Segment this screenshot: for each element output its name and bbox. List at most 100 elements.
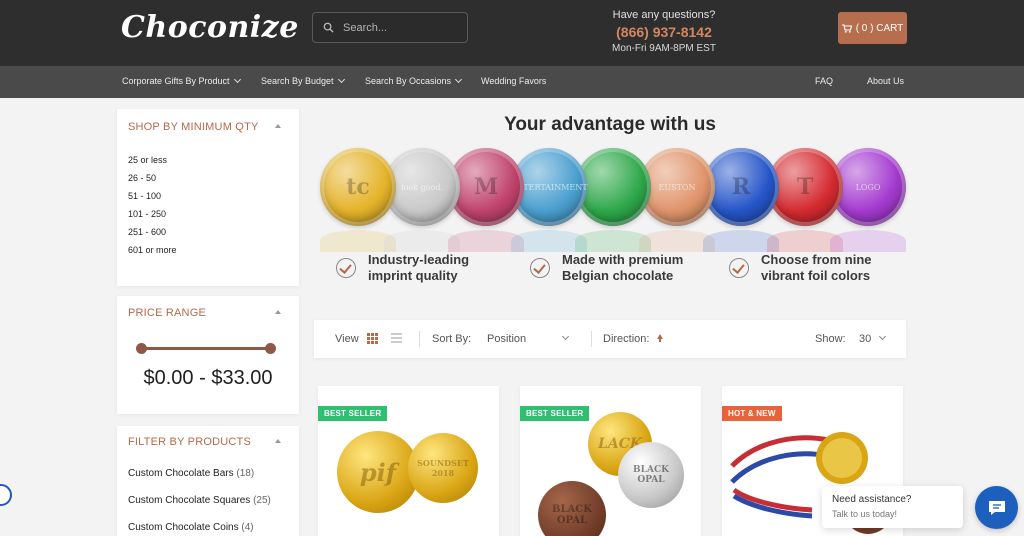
chevron-down-icon[interactable]	[561, 332, 570, 341]
view-label: View	[335, 333, 359, 345]
qty-option[interactable]: 26 - 50	[128, 172, 177, 190]
nav-label: Wedding Favors	[481, 76, 547, 86]
nav-search-by-occasions[interactable]: Search By Occasions	[365, 75, 463, 86]
coin-imprint: look good.	[401, 182, 443, 192]
feature-text: Choose from nine vibrant foil colors	[761, 252, 872, 283]
advantage-title: Your advantage with us	[504, 114, 716, 135]
chat-button[interactable]	[975, 486, 1018, 529]
product-card[interactable]: BEST SELLER LACK BLACK OPAL BLACK OPAL	[520, 386, 701, 536]
product-badge: BEST SELLER	[318, 406, 388, 421]
min-qty-panel: SHOP BY MINIMUM QTY 25 or less 26 - 50 5…	[117, 109, 299, 286]
site-logo[interactable]: Choconize	[121, 10, 299, 45]
product-badge: BEST SELLER	[520, 406, 590, 421]
collapse-icon[interactable]	[275, 439, 281, 443]
coin-imprint: R	[731, 174, 751, 200]
coin-imprint: LOGO	[855, 182, 881, 192]
filter-products-panel: FILTER BY PRODUCTS Custom Chocolate Bars…	[117, 426, 299, 536]
nav-about-us[interactable]: About Us	[867, 76, 904, 86]
search-box[interactable]	[312, 12, 468, 43]
show-label: Show:	[815, 333, 846, 345]
grid-view-icon[interactable]	[367, 333, 378, 344]
filter-count: (25)	[253, 495, 271, 506]
price-slider[interactable]	[136, 343, 276, 355]
contact-hours: Mon-Fri 9AM-8PM EST	[612, 43, 716, 54]
price-range-value: $0.00 - $33.00	[143, 367, 273, 389]
price-range-panel: PRICE RANGE $0.00 - $33.00	[117, 296, 299, 414]
accessibility-button[interactable]	[0, 484, 12, 506]
filter-name: Custom Chocolate Squares	[128, 495, 251, 506]
divider	[591, 331, 592, 347]
filter-name: Custom Chocolate Bars	[128, 468, 234, 479]
chevron-down-icon	[455, 75, 463, 84]
feature-item: Industry-leading imprint quality	[336, 252, 469, 284]
feature-text: Industry-leading imprint quality	[368, 252, 470, 283]
filter-name: Custom Chocolate Coins	[128, 522, 239, 533]
list-view-icon[interactable]	[391, 333, 402, 344]
qty-option[interactable]: 601 or more	[128, 244, 177, 262]
qty-option[interactable]: 101 - 250	[128, 208, 177, 226]
nav-faq[interactable]: FAQ	[815, 76, 833, 86]
divider	[419, 331, 420, 347]
feature-text: Made with premium Belgian chocolate	[562, 252, 684, 283]
slider-track	[140, 347, 272, 350]
contact-phone[interactable]: (866) 937-8142	[600, 24, 728, 40]
product-coin-image: pif	[337, 431, 419, 513]
qty-options: 25 or less 26 - 50 51 - 100 101 - 250 25…	[128, 154, 177, 262]
nav-label: Corporate Gifts By Product	[122, 76, 230, 86]
filter-count: (4)	[241, 522, 254, 533]
contact-question: Have any questions?	[612, 9, 716, 21]
panel-title[interactable]: SHOP BY MINIMUM QTY	[128, 121, 259, 133]
show-select[interactable]: 30	[859, 333, 871, 345]
chat-prompt-subtitle: Talk to us today!	[832, 509, 898, 519]
qty-option[interactable]: 51 - 100	[128, 190, 177, 208]
sort-direction-arrow-icon[interactable]	[657, 334, 663, 342]
nav-label: Search By Occasions	[365, 76, 452, 86]
top-header: Choconize Have any questions? (866) 937-…	[0, 0, 1024, 66]
product-card[interactable]: BEST SELLER pif SOUNDSET 2018	[318, 386, 499, 536]
product-coin-image: SOUNDSET 2018	[408, 433, 478, 503]
chat-icon	[988, 500, 1005, 515]
collapse-icon[interactable]	[275, 124, 281, 128]
feature-item: Choose from nine vibrant foil colors	[729, 252, 872, 284]
nav-search-by-budget[interactable]: Search By Budget	[261, 75, 345, 86]
product-filter-item[interactable]: Custom Chocolate Bars (18)	[128, 468, 271, 495]
nav-wedding-favors[interactable]: Wedding Favors	[481, 76, 546, 86]
cart-button[interactable]: ( 0 ) CART	[838, 12, 907, 44]
feature-item: Made with premium Belgian chocolate	[530, 252, 683, 284]
product-filter-list: Custom Chocolate Bars (18) Custom Chocol…	[128, 468, 271, 536]
chevron-down-icon[interactable]	[878, 332, 887, 341]
product-filter-item[interactable]: Custom Chocolate Squares (25)	[128, 495, 271, 522]
sort-select[interactable]: Position	[487, 333, 526, 345]
coin-reflection	[830, 230, 906, 252]
qty-option[interactable]: 251 - 600	[128, 226, 177, 244]
nav-label: About Us	[867, 76, 905, 86]
main-nav: Corporate Gifts By Product Search By Bud…	[0, 66, 1024, 98]
check-circle-icon	[336, 258, 356, 278]
coin-imprint: EUSTON	[658, 182, 696, 192]
nav-corporate-gifts[interactable]: Corporate Gifts By Product	[122, 75, 241, 86]
coin-imprint: T	[796, 174, 814, 200]
foil-coins-banner: tc look good. M ENTERTAINMENT EUSTON R T LOGO	[320, 146, 906, 256]
panel-title[interactable]: FILTER BY PRODUCTS	[128, 436, 251, 448]
chat-prompt-title: Need assistance?	[832, 494, 912, 505]
search-icon	[323, 22, 334, 33]
chevron-down-icon	[337, 75, 345, 84]
chat-prompt[interactable]: Need assistance? Talk to us today!	[822, 486, 963, 528]
cart-icon	[841, 23, 852, 33]
product-badge: HOT & NEW	[722, 406, 782, 421]
filter-count: (18)	[236, 468, 255, 479]
coin-imprint: tc	[346, 174, 370, 200]
sort-label: Sort By:	[432, 333, 472, 345]
cart-label: ( 0 ) CART	[855, 22, 904, 34]
panel-title[interactable]: PRICE RANGE	[128, 307, 206, 319]
search-input[interactable]	[343, 21, 453, 34]
product-filter-item[interactable]: Custom Chocolate Coins (4)	[128, 522, 271, 536]
slider-handle-min[interactable]	[136, 343, 147, 354]
slider-handle-max[interactable]	[265, 343, 276, 354]
collapse-icon[interactable]	[275, 310, 281, 314]
chevron-down-icon	[233, 75, 241, 84]
coin-imprint: M	[473, 174, 499, 200]
nav-label: FAQ	[815, 76, 834, 86]
qty-option[interactable]: 25 or less	[128, 154, 177, 172]
feature-list: Industry-leading imprint quality Made wit…	[336, 252, 896, 292]
